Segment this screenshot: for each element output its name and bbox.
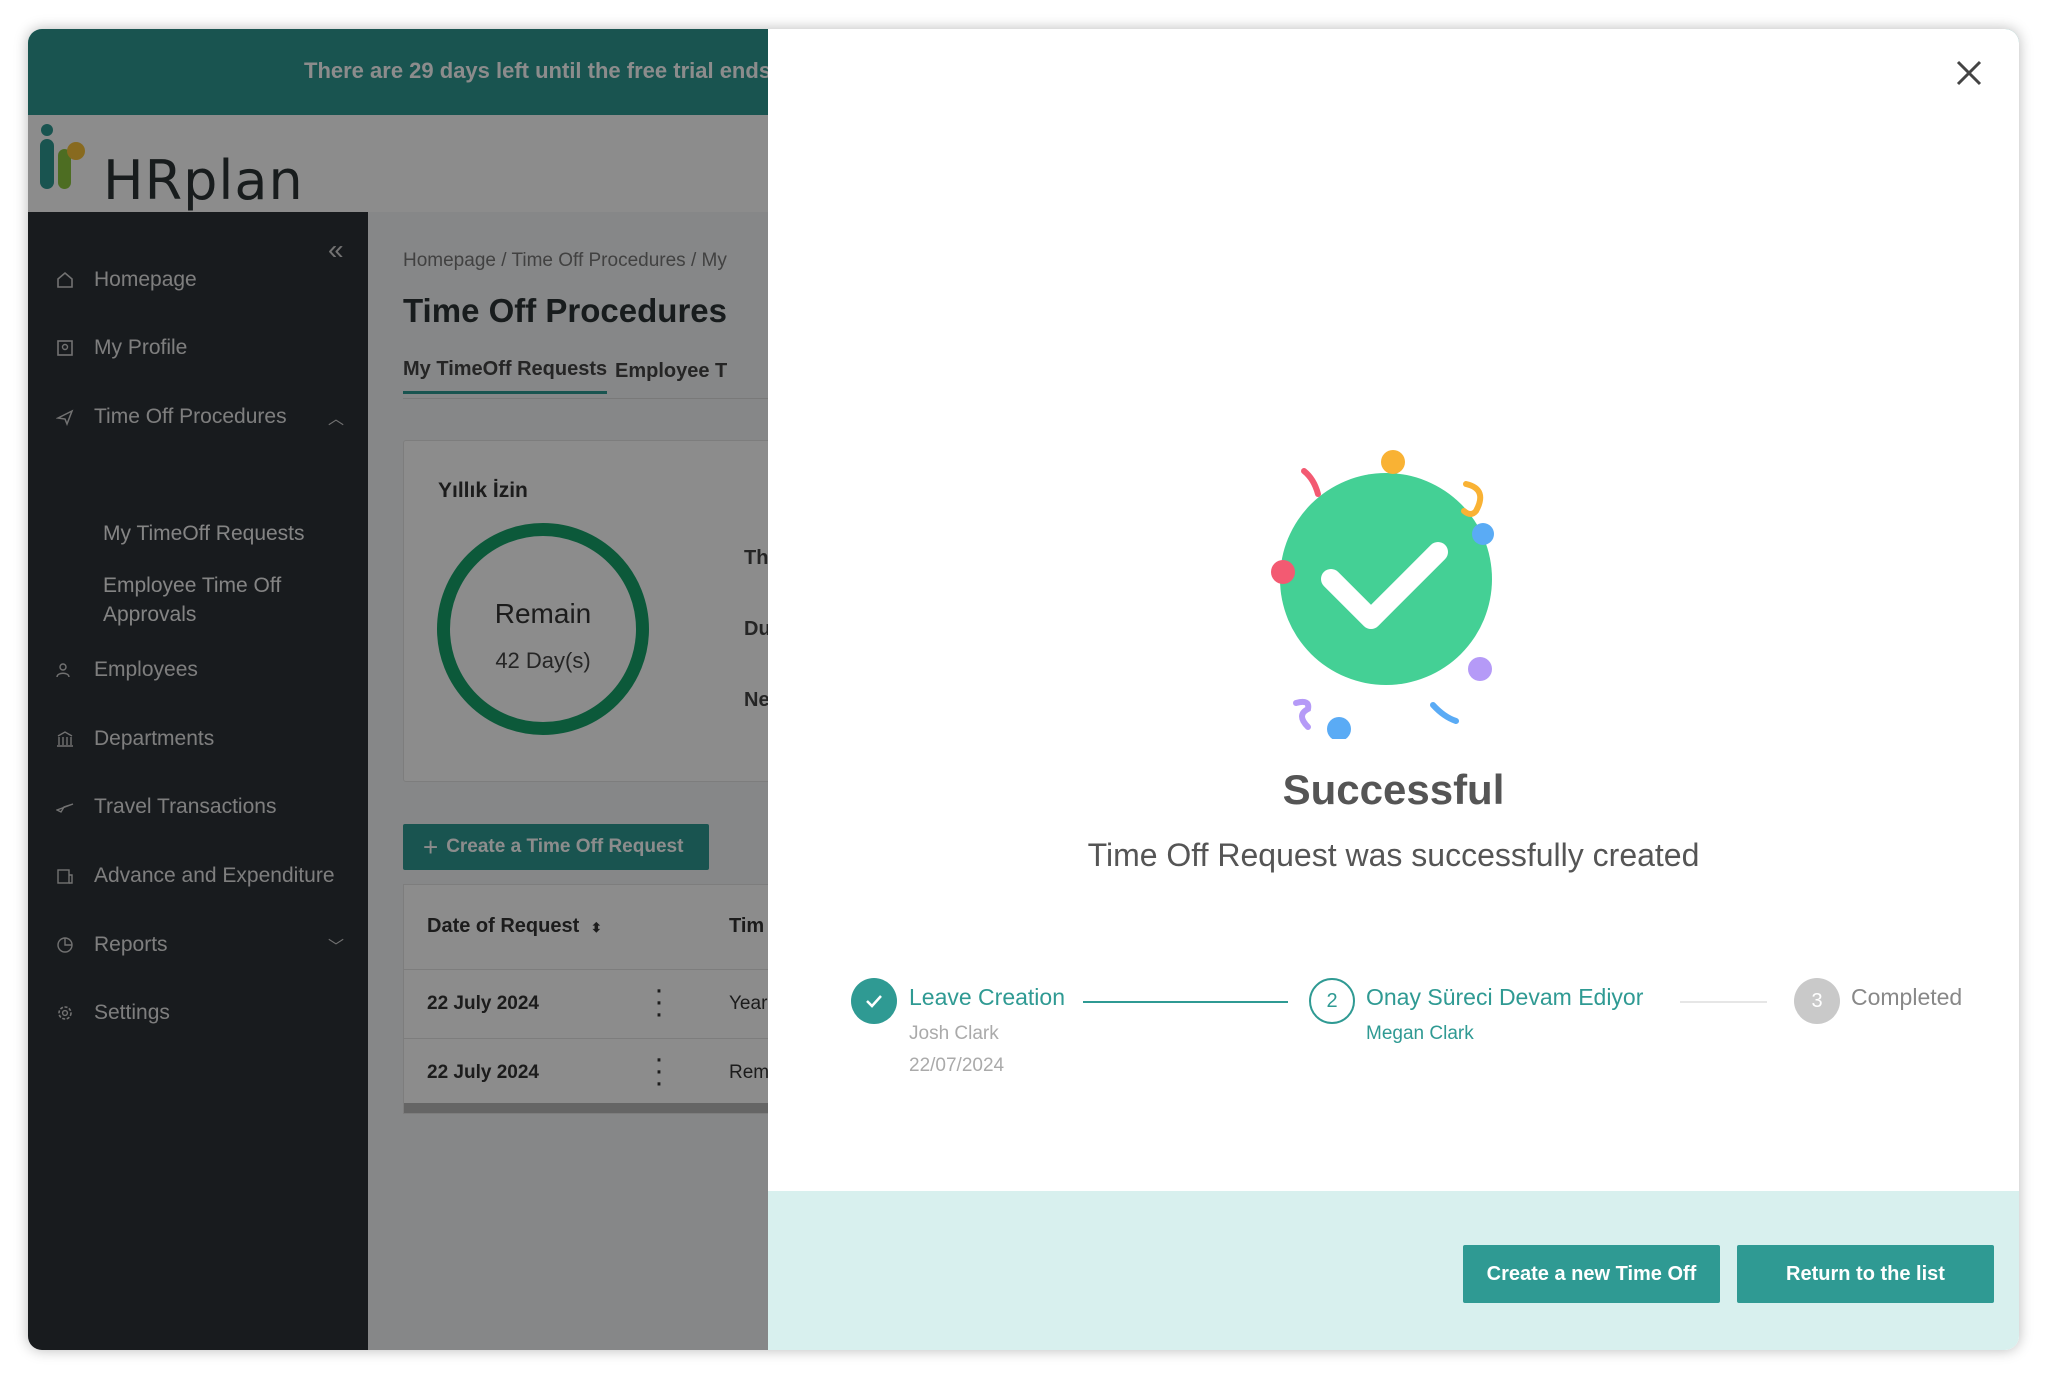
step-1-check-icon (851, 978, 897, 1024)
step-2-label: Onay Süreci Devam Ediyor (1366, 984, 1644, 1010)
modal-backdrop[interactable] (28, 29, 768, 1350)
step-3-label: Completed (1851, 984, 1963, 1010)
step-2-number: 2 (1309, 978, 1355, 1024)
success-modal: Successful Time Off Request was successf… (768, 29, 2019, 1350)
step-connector (1083, 1001, 1288, 1003)
step-3-number: 3 (1794, 978, 1840, 1024)
step-1-label: Leave Creation (909, 984, 1065, 1010)
success-message: Time Off Request was successfully create… (1087, 837, 1700, 873)
step-1-person: Josh Clark (909, 1023, 999, 1044)
step-connector (1680, 1001, 1767, 1003)
step-2-person: Megan Clark (1366, 1023, 1474, 1044)
modal-footer: Create a new Time Off Return to the list (768, 1191, 2019, 1350)
success-title: Successful (1282, 766, 1505, 813)
return-to-list-button[interactable]: Return to the list (1737, 1245, 1994, 1303)
close-icon[interactable] (1949, 53, 1989, 93)
success-check-icon (1271, 450, 1494, 739)
app-window: There are 29 days left until the free tr… (28, 29, 2019, 1350)
create-new-time-off-button[interactable]: Create a new Time Off (1463, 1245, 1720, 1303)
step-1-date: 22/07/2024 (909, 1055, 1005, 1076)
